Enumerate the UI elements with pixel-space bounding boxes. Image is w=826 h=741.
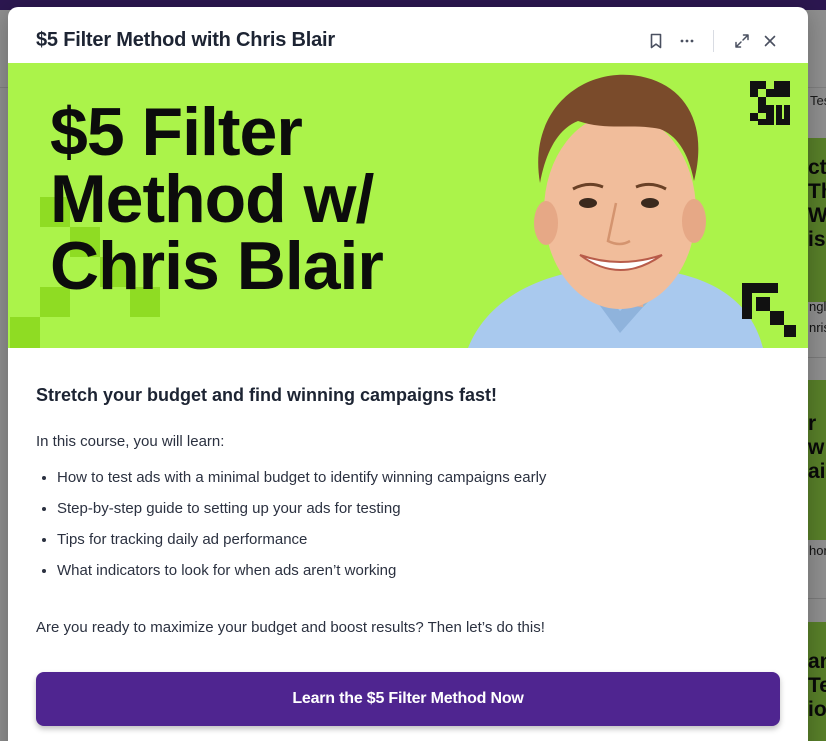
modal-header: $5 Filter Method with Chris Blair	[8, 7, 808, 63]
brand-logo-icon	[750, 81, 790, 125]
more-options-button[interactable]	[677, 31, 697, 51]
close-button[interactable]	[760, 31, 780, 51]
modal-title: $5 Filter Method with Chris Blair	[36, 29, 335, 51]
call-to-action-text: Are you ready to maximize your budget an…	[36, 619, 545, 636]
course-hero-banner: $5 Filter Method w/ Chris Blair	[8, 63, 808, 348]
hero-pixel-decoration	[10, 317, 40, 348]
corner-mark-icon	[742, 283, 796, 337]
list-item: Step-by-step guide to setting up your ad…	[57, 493, 546, 524]
hero-heading: $5 Filter Method w/ Chris Blair	[50, 94, 384, 304]
list-item: How to test ads with a minimal budget to…	[57, 462, 546, 493]
close-icon	[764, 35, 776, 47]
learn-method-button[interactable]: Learn the $5 Filter Method Now	[36, 672, 780, 726]
learning-list: How to test ads with a minimal budget to…	[36, 462, 546, 586]
intro-text: In this course, you will learn:	[36, 433, 225, 450]
bookmark-icon	[650, 33, 662, 49]
course-modal: $5 Filter Method with Chris Blair $5 Fil…	[8, 7, 808, 741]
expand-button[interactable]	[732, 31, 752, 51]
bookmark-button[interactable]	[646, 31, 666, 51]
header-separator	[713, 30, 714, 52]
list-item: What indicators to look for when ads are…	[57, 555, 546, 586]
more-icon	[680, 39, 694, 43]
course-subtitle: Stretch your budget and find winning cam…	[36, 385, 498, 405]
list-item: Tips for tracking daily ad performance	[57, 524, 546, 555]
expand-icon	[735, 34, 749, 48]
instructor-portrait	[468, 74, 763, 348]
